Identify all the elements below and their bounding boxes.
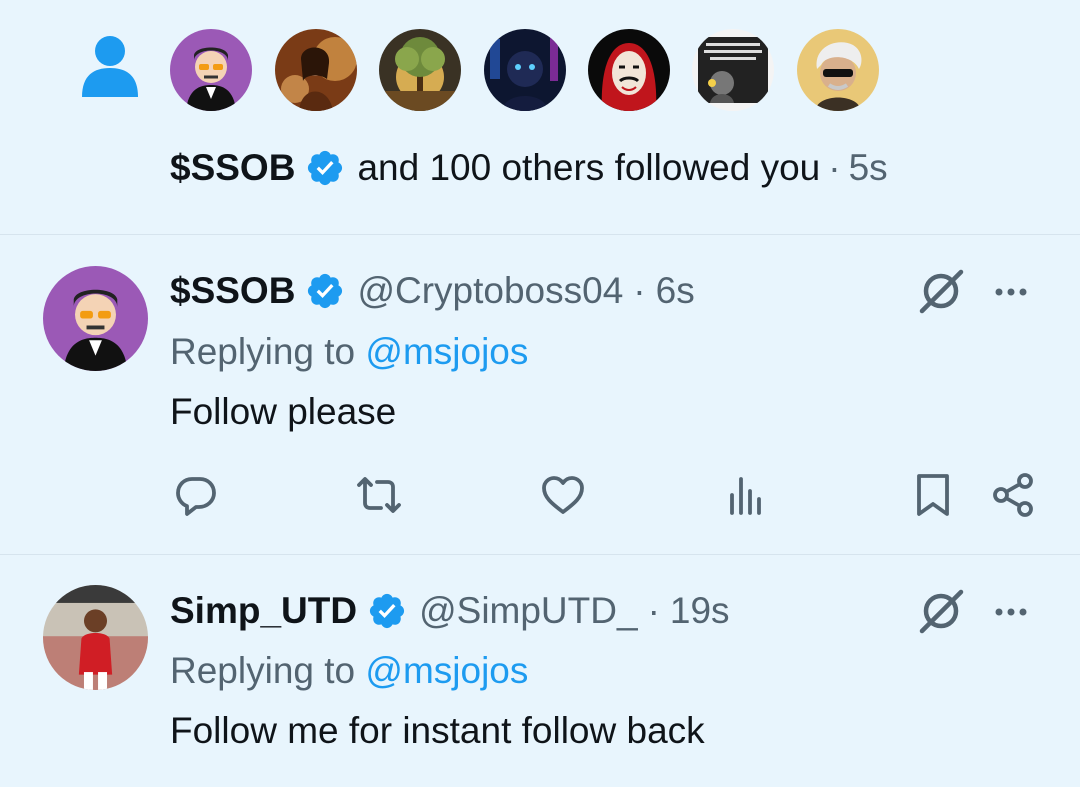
more-options-icon[interactable] bbox=[990, 591, 1032, 633]
notification-user-name[interactable]: $SSOB bbox=[170, 146, 295, 190]
tweet-author-name[interactable]: Simp_UTD bbox=[170, 589, 357, 633]
avatar[interactable] bbox=[43, 585, 148, 690]
tweet-actions bbox=[0, 471, 1080, 531]
avatar[interactable] bbox=[797, 29, 879, 111]
more-options-icon[interactable] bbox=[990, 271, 1032, 313]
share-icon[interactable] bbox=[990, 471, 1038, 519]
avatar[interactable] bbox=[588, 29, 670, 111]
separator: · bbox=[647, 590, 660, 631]
verified-badge-icon bbox=[367, 591, 407, 631]
replying-prefix: Replying to bbox=[170, 650, 356, 691]
tweet-text: Follow me for instant follow back bbox=[170, 710, 705, 751]
replying-to: Replying to @msjojos bbox=[170, 330, 528, 374]
avatar[interactable] bbox=[43, 266, 148, 371]
separator: · bbox=[828, 147, 841, 188]
replying-prefix: Replying to bbox=[170, 331, 356, 372]
avatar[interactable] bbox=[170, 29, 252, 111]
notification-time: 5s bbox=[848, 147, 888, 188]
like-icon[interactable] bbox=[539, 471, 587, 519]
follow-notification[interactable]: $SSOB and 100 others followed you · 5s bbox=[0, 0, 1080, 234]
person-icon bbox=[80, 35, 140, 97]
avatar[interactable] bbox=[484, 29, 566, 111]
tweet-text: Follow please bbox=[170, 391, 397, 432]
tweet[interactable]: $SSOB @Cryptoboss04 · 6s Replying to @ms… bbox=[0, 235, 1080, 553]
views-icon[interactable] bbox=[722, 471, 770, 519]
avatar[interactable] bbox=[379, 29, 461, 111]
grok-icon[interactable] bbox=[915, 265, 967, 317]
avatar[interactable] bbox=[692, 29, 774, 111]
separator: · bbox=[633, 270, 646, 311]
tweet-time[interactable]: 6s bbox=[656, 269, 695, 313]
notification-text: $SSOB and 100 others followed you · 5s bbox=[170, 146, 888, 190]
avatar[interactable] bbox=[275, 29, 357, 111]
tweet-time[interactable]: 19s bbox=[670, 589, 730, 633]
tweet-author-handle[interactable]: @Cryptoboss04 bbox=[357, 269, 623, 313]
tweet[interactable]: Simp_UTD @SimpUTD_ · 19s Replying to @ms… bbox=[0, 555, 1080, 787]
replying-to: Replying to @msjojos bbox=[170, 649, 528, 693]
verified-badge-icon bbox=[305, 148, 345, 188]
mention-link[interactable]: @msjojos bbox=[365, 650, 528, 691]
tweet-author-name[interactable]: $SSOB bbox=[170, 269, 295, 313]
grok-icon[interactable] bbox=[915, 585, 967, 637]
retweet-icon[interactable] bbox=[355, 471, 403, 519]
reply-icon[interactable] bbox=[172, 471, 220, 519]
mention-link[interactable]: @msjojos bbox=[365, 331, 528, 372]
verified-badge-icon bbox=[305, 271, 345, 311]
tweet-header: Simp_UTD @SimpUTD_ · 19s bbox=[170, 589, 730, 633]
bookmark-icon[interactable] bbox=[909, 471, 957, 519]
tweet-header: $SSOB @Cryptoboss04 · 6s bbox=[170, 269, 695, 313]
tweet-author-handle[interactable]: @SimpUTD_ bbox=[419, 589, 637, 633]
notification-message: and 100 others followed you bbox=[357, 147, 821, 188]
